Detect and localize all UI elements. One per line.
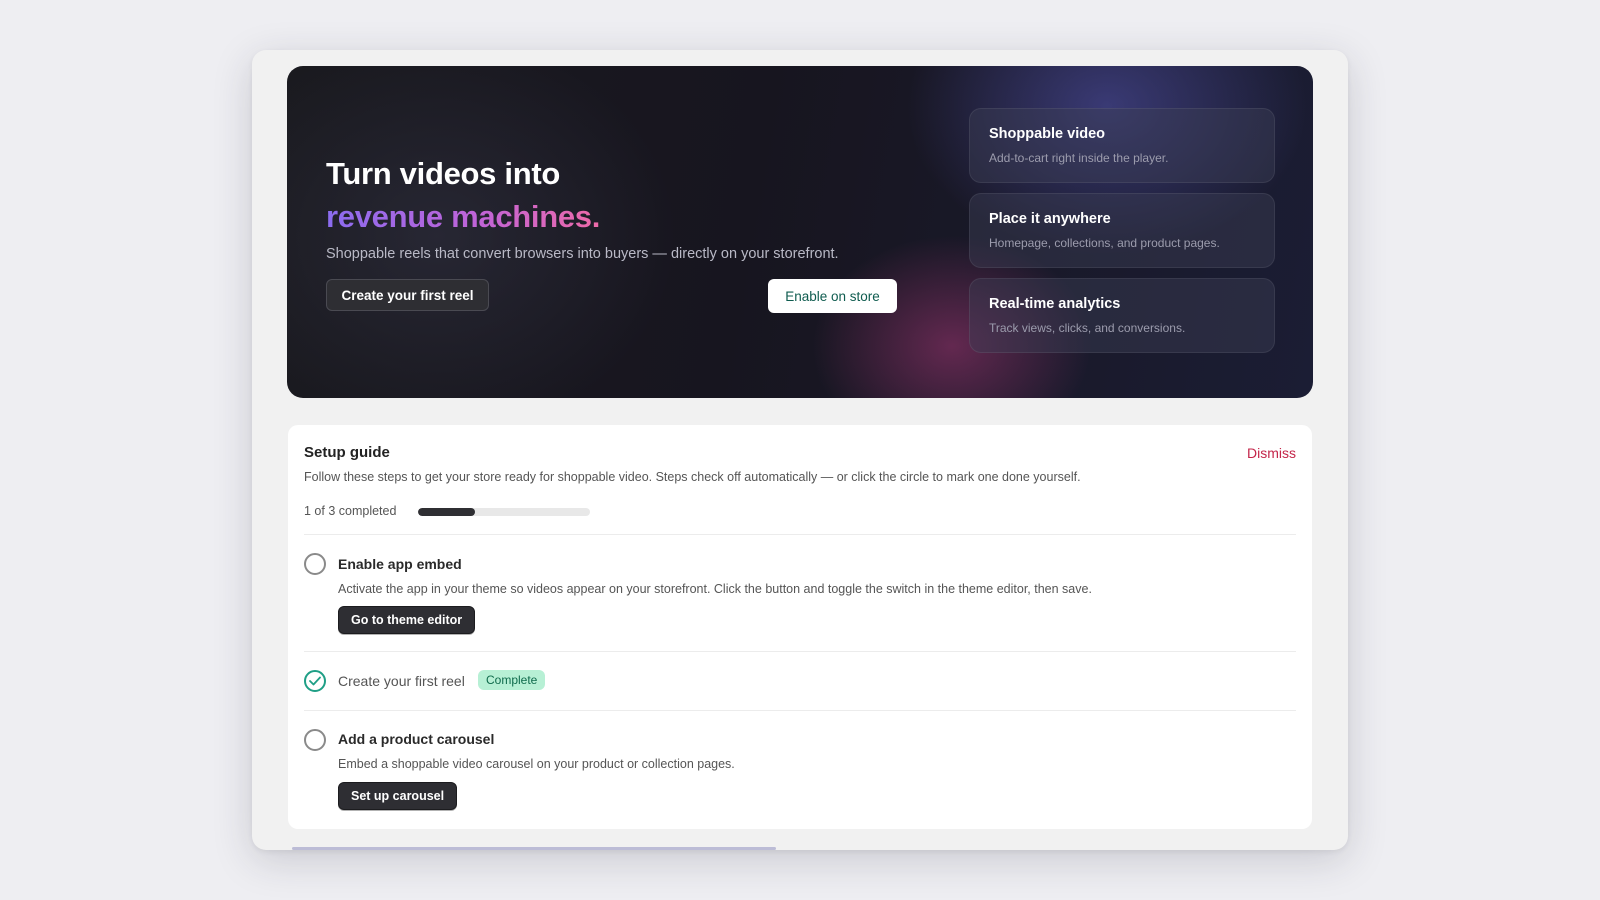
progress-text: 1 of 3 completed	[304, 504, 397, 518]
setup-guide-description: Follow these steps to get your store rea…	[304, 470, 1081, 484]
divider	[304, 534, 1296, 535]
feature-card-place-anywhere: Place it anywhere Homepage, collections,…	[969, 193, 1275, 268]
feature-desc: Homepage, collections, and product pages…	[989, 236, 1220, 250]
progress-bar	[418, 508, 590, 516]
feature-title: Real-time analytics	[989, 296, 1121, 312]
enable-on-store-button[interactable]: Enable on store	[768, 279, 897, 313]
step-incomplete-circle[interactable]	[304, 729, 326, 751]
feature-card-shoppable-video: Shoppable video Add-to-cart right inside…	[969, 108, 1275, 183]
step-incomplete-circle[interactable]	[304, 553, 326, 575]
step-title-enable-app-embed: Enable app embed	[338, 556, 462, 572]
next-card-edge	[292, 847, 776, 850]
step-desc-enable-app-embed: Activate the app in your theme so videos…	[338, 582, 1092, 596]
setup-guide-card: Setup guide Dismiss Follow these steps t…	[288, 425, 1312, 829]
setup-guide-title: Setup guide	[304, 444, 390, 461]
create-first-reel-button[interactable]: Create your first reel	[326, 279, 489, 311]
complete-badge: Complete	[478, 670, 546, 690]
check-icon	[309, 676, 321, 686]
divider	[304, 710, 1296, 711]
divider	[304, 651, 1296, 652]
hero-title-line2: revenue machines.	[326, 199, 601, 234]
feature-card-real-time-analytics: Real-time analytics Track views, clicks,…	[969, 278, 1275, 353]
set-up-carousel-button[interactable]: Set up carousel	[338, 782, 458, 810]
feature-title: Place it anywhere	[989, 211, 1111, 227]
progress-bar-fill	[418, 508, 476, 516]
hero-subtitle: Shoppable reels that convert browsers in…	[326, 246, 839, 262]
hero-title-line1: Turn videos into	[326, 156, 561, 191]
feature-desc: Add-to-cart right inside the player.	[989, 151, 1169, 165]
step-complete-check[interactable]	[304, 670, 326, 692]
step-title-add-product-carousel: Add a product carousel	[338, 731, 495, 747]
feature-title: Shoppable video	[989, 126, 1106, 142]
feature-desc: Track views, clicks, and conversions.	[989, 321, 1186, 335]
step-title-create-first-reel: Create your first reel	[338, 673, 465, 689]
hero-banner: Turn videos into revenue machines. Shopp…	[287, 66, 1313, 398]
app-window: Turn videos into revenue machines. Shopp…	[252, 50, 1348, 850]
go-to-theme-editor-button[interactable]: Go to theme editor	[338, 606, 476, 634]
dismiss-link[interactable]: Dismiss	[1247, 445, 1296, 461]
step-desc-add-product-carousel: Embed a shoppable video carousel on your…	[338, 757, 735, 771]
